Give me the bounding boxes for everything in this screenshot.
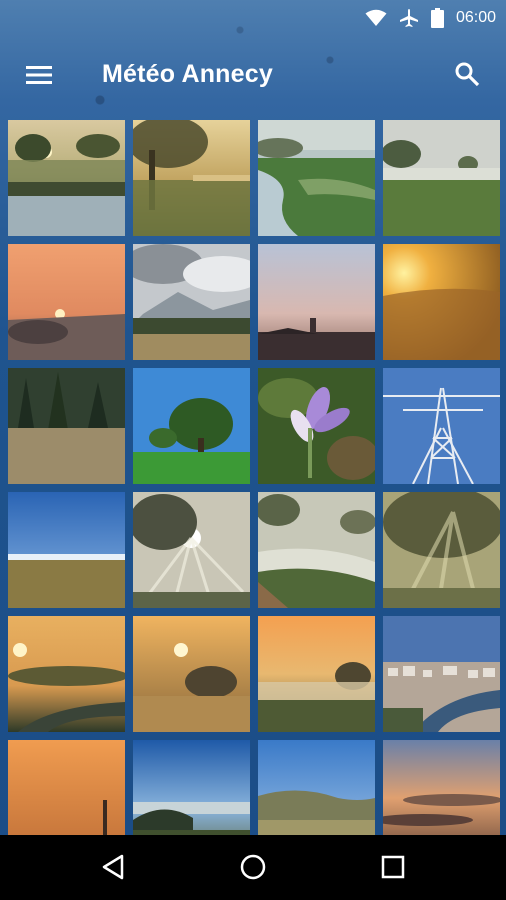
recent-apps-icon[interactable] [375, 849, 411, 885]
home-icon[interactable] [235, 849, 271, 885]
photo-tile[interactable] [133, 616, 250, 732]
photo-tile[interactable] [8, 492, 125, 608]
golden-hazy-sunrise-photo [383, 244, 500, 360]
orange-dawn-fog-field-photo [258, 616, 375, 732]
dusk-over-lake-town-photo [258, 244, 375, 360]
city-river-aerial-photo [383, 616, 500, 732]
pine-forest-meadow-photo [8, 368, 125, 484]
photo-tile[interactable] [383, 120, 500, 236]
battery-icon [430, 8, 444, 28]
photo-tile[interactable] [133, 244, 250, 360]
app-toolbar: Météo Annecy [0, 36, 506, 116]
blue-sky-fog-hills-photo [133, 740, 250, 835]
system-navigation-bar [0, 835, 506, 900]
photo-tile[interactable] [258, 492, 375, 608]
blue-sky-field-photo [8, 492, 125, 608]
photo-tile[interactable] [258, 368, 375, 484]
photo-tile[interactable] [8, 368, 125, 484]
photo-tile[interactable] [258, 244, 375, 360]
photo-tile[interactable] [383, 492, 500, 608]
photo-tile[interactable] [8, 740, 125, 835]
photo-tile[interactable] [258, 616, 375, 732]
photo-tile[interactable] [258, 740, 375, 835]
sunrise-over-foggy-road-photo [8, 616, 125, 732]
orange-sky-chimney-photo [8, 740, 125, 835]
blue-sky-hill-field-photo [258, 740, 375, 835]
power-pylon-sky-photo [383, 368, 500, 484]
photo-tile[interactable] [258, 120, 375, 236]
sunrise-foggy-trees-photo [133, 616, 250, 732]
photo-tile[interactable] [383, 616, 500, 732]
purple-crocus-flower-photo [258, 368, 375, 484]
foggy-stream-field-photo [258, 120, 375, 236]
photo-tile[interactable] [133, 740, 250, 835]
status-bar: 06:00 [0, 0, 506, 36]
app-title: Météo Annecy [102, 60, 273, 88]
airplane-icon [399, 8, 419, 28]
photo-tile[interactable] [8, 244, 125, 360]
photo-tile[interactable] [8, 120, 125, 236]
sunlit-tree-meadow-photo [133, 120, 250, 236]
hamburger-menu-icon[interactable] [24, 62, 54, 88]
back-icon[interactable] [96, 849, 132, 885]
photo-grid [8, 120, 500, 835]
photo-tile[interactable] [383, 740, 500, 835]
sunrays-in-fog-photo [383, 492, 500, 608]
misty-field-treeline-photo [383, 120, 500, 236]
clock-time: 06:00 [455, 9, 496, 26]
photo-tile[interactable] [383, 244, 500, 360]
photo-tile[interactable] [8, 616, 125, 732]
orange-cloudy-dusk-photo [383, 740, 500, 835]
photo-tile[interactable] [133, 492, 250, 608]
misty-river-sunrise-trees-photo [8, 120, 125, 236]
green-tree-blue-sky-photo [133, 368, 250, 484]
search-icon[interactable] [453, 60, 481, 88]
misty-river-bench-photo [258, 492, 375, 608]
sunbeams-through-tree-photo [133, 492, 250, 608]
photo-tile[interactable] [133, 368, 250, 484]
orange-sunset-valley-photo [8, 244, 125, 360]
photo-tile[interactable] [133, 120, 250, 236]
photo-tile[interactable] [383, 368, 500, 484]
cloudy-mountain-meadow-photo [133, 244, 250, 360]
wifi-icon [365, 9, 387, 27]
